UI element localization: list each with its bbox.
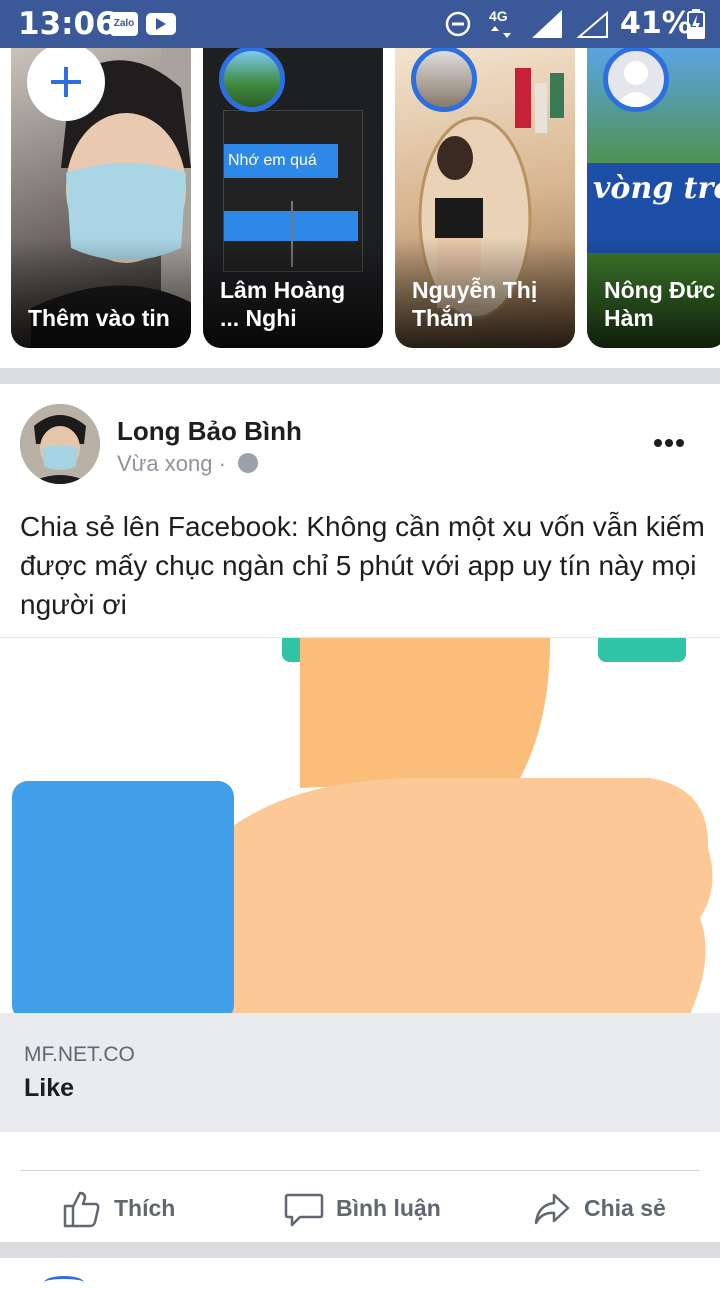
svg-text:vòng trò: vòng trò	[593, 171, 720, 206]
avatar-photo	[20, 404, 100, 484]
story-card-nguyen-thi-tham[interactable]: Nguyễn Thị Thắm	[395, 48, 575, 348]
story-avatar-placeholder	[603, 48, 669, 112]
share-label: Chia sẻ	[584, 1195, 666, 1221]
post-text: Chia sẻ lên Facebook: Không cần một xu v…	[20, 511, 705, 620]
story-label: Nông Đức Hàm	[604, 277, 716, 331]
plus-icon	[51, 67, 81, 97]
person-icon	[614, 61, 658, 107]
thumbs-up-illustration	[12, 638, 713, 1014]
globe-icon	[238, 453, 258, 473]
signal-empty-icon	[576, 10, 608, 38]
zalo-label: Zalo	[113, 18, 135, 29]
chat-bubble: Nhớ em quá	[224, 144, 338, 178]
comment-label: Bình luận	[336, 1195, 441, 1221]
post-action-bar: Thích Bình luận Chia sẻ	[0, 1132, 720, 1242]
section-divider	[0, 368, 720, 384]
story-card-lam-hoang[interactable]: Nhớ em quá Lâm Hoàng ... Nghi	[203, 48, 383, 348]
do-not-disturb-icon	[445, 11, 471, 37]
more-options-icon[interactable]	[654, 434, 694, 447]
battery-charging-icon	[687, 9, 705, 39]
thumbs-up-icon	[63, 1191, 100, 1228]
post-author[interactable]: Long Bảo Bình	[117, 416, 302, 447]
network-type: 4G	[489, 8, 508, 24]
data-arrows-icon	[491, 26, 511, 38]
post-timestamp: Vừa xong ·	[117, 451, 226, 476]
signal-icon	[532, 10, 562, 38]
story-card-nong-duc-ham[interactable]: vòng trò Nông Đức Hàm	[587, 48, 720, 348]
section-divider	[0, 1242, 720, 1258]
youtube-icon	[146, 13, 176, 35]
post-header: Long Bảo Bình Vừa xong ·	[0, 384, 720, 494]
stories-tray: Thêm vào tin Nhớ em quá Lâm Hoàng ... Ng…	[0, 48, 720, 368]
story-add-card[interactable]: Thêm vào tin	[11, 48, 191, 348]
clock: 13:06	[18, 6, 117, 42]
story-avatar	[219, 48, 285, 112]
next-post-edge	[0, 1258, 720, 1280]
story-label: Nguyễn Thị Thắm	[412, 277, 538, 331]
like-label: Thích	[114, 1195, 176, 1221]
post-image-thumbs-up[interactable]	[0, 637, 720, 1014]
story-label: Thêm vào tin	[28, 305, 170, 331]
action-separator	[20, 1170, 700, 1171]
story-label: Lâm Hoàng ... Nghi	[220, 277, 346, 331]
zalo-icon: Zalo	[110, 12, 138, 36]
link-preview[interactable]: MF.NET.CO Like	[0, 1013, 720, 1133]
link-domain: MF.NET.CO	[24, 1043, 135, 1066]
story-avatar	[411, 48, 477, 112]
link-title: Like	[24, 1074, 75, 1102]
battery-percent: 41%	[620, 6, 692, 41]
next-story-ring	[44, 1276, 84, 1289]
status-bar: 13:06 Zalo 4G 41%	[0, 0, 720, 48]
comment-icon	[284, 1193, 324, 1227]
share-icon	[534, 1193, 570, 1225]
avatar[interactable]	[20, 404, 100, 484]
